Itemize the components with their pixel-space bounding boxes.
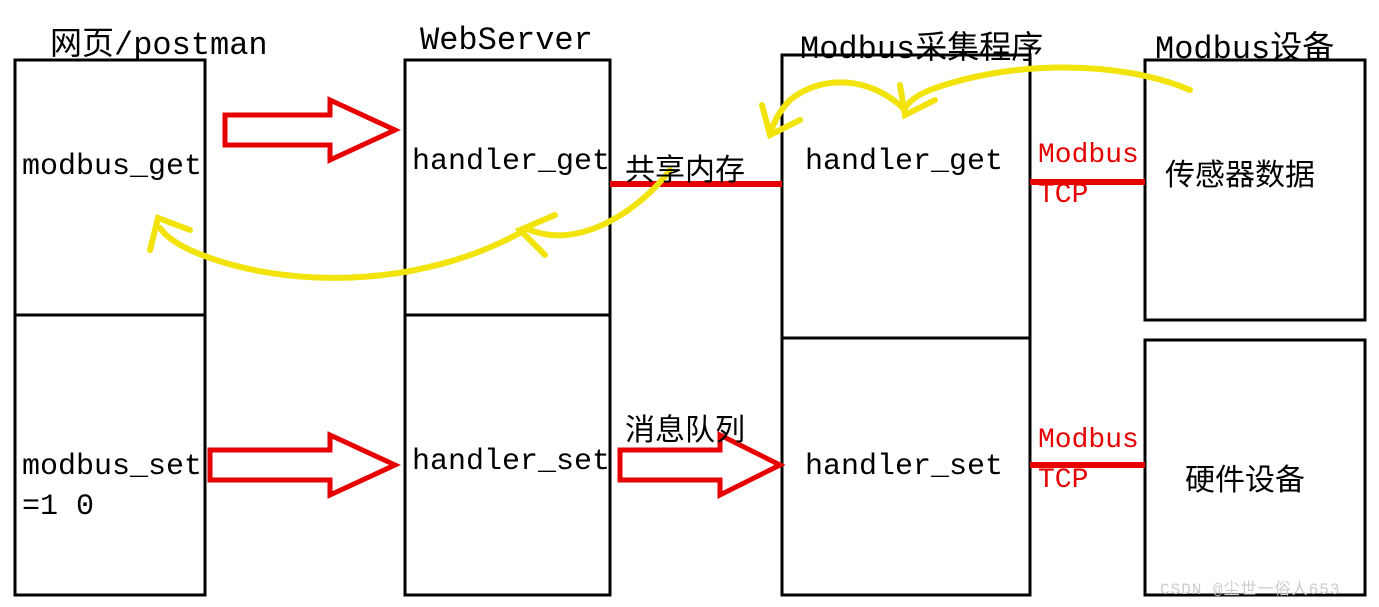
- box-col3-top: [782, 55, 1030, 338]
- cell-hardware: 硬件设备: [1185, 455, 1305, 500]
- cell-handler-get-ws: handler_get: [412, 145, 610, 179]
- diagram-canvas: [0, 0, 1379, 607]
- cell-handler-set-mb: handler_set: [805, 450, 1003, 484]
- label-modbus-bot: Modbus: [1038, 425, 1139, 456]
- cell-sensor-data: 传感器数据: [1165, 150, 1315, 195]
- cell-handler-set-ws: handler_set: [412, 445, 610, 479]
- header-col1: 网页/postman: [50, 18, 268, 64]
- box-col2-top: [405, 60, 610, 315]
- label-shared-mem: 共享内存: [625, 145, 745, 190]
- label-tcp-top: TCP: [1038, 180, 1088, 211]
- box-col1-top: [15, 60, 205, 315]
- cell-modbus-get: modbus_get: [22, 150, 202, 184]
- label-tcp-bot: TCP: [1038, 465, 1088, 496]
- header-col4: Modbus设备: [1155, 22, 1334, 68]
- cell-modbus-set-arg: =1 0: [22, 490, 94, 524]
- arrow-icon: [210, 435, 395, 495]
- watermark: CSDN @尘世一俗人653: [1160, 575, 1340, 599]
- label-msg-queue: 消息队列: [625, 405, 745, 450]
- header-col2: WebServer: [420, 22, 593, 59]
- arrow-icon: [225, 100, 395, 160]
- header-col3: Modbus采集程序: [800, 22, 1043, 68]
- label-modbus-top: Modbus: [1038, 140, 1139, 171]
- cell-handler-get-mb: handler_get: [805, 145, 1003, 179]
- cell-modbus-set: modbus_set: [22, 450, 202, 484]
